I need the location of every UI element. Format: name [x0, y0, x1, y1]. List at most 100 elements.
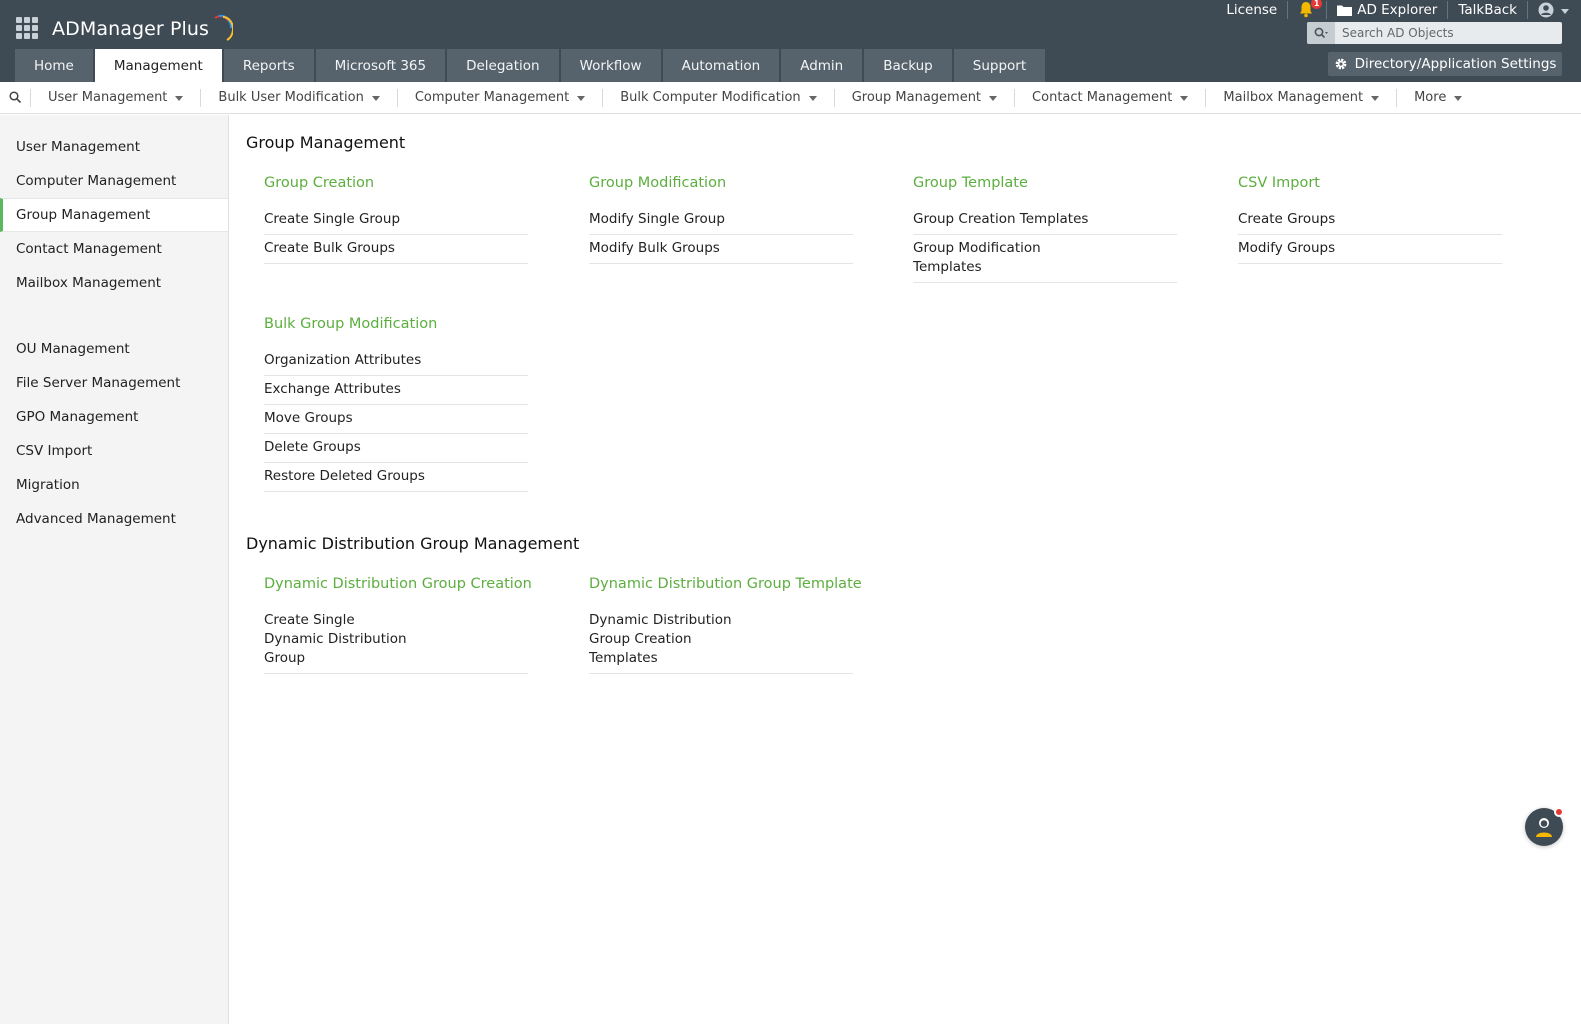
panel-title: Dynamic Distribution Group Creation: [264, 576, 532, 592]
move-groups-link[interactable]: Move Groups: [264, 405, 528, 434]
chevron-down-icon: [808, 96, 817, 101]
ad-explorer-link[interactable]: AD Explorer: [1337, 2, 1437, 18]
group-creation-templates-link[interactable]: Group Creation Templates: [913, 206, 1177, 235]
sidebar-item-advanced-management[interactable]: Advanced Management: [0, 502, 228, 536]
chat-notification-dot: [1554, 807, 1564, 817]
chevron-down-icon: [989, 96, 998, 101]
subnav-label: Contact Management: [1032, 90, 1173, 105]
sidebar-item-computer-management[interactable]: Computer Management: [0, 164, 228, 198]
top-links: License 1 AD Explorer TalkBack: [1226, 0, 1569, 20]
sidebar-item-csv-import[interactable]: CSV Import: [0, 434, 228, 468]
subnav-label: Mailbox Management: [1223, 90, 1364, 105]
subnav-more[interactable]: More: [1396, 88, 1479, 107]
modify-groups-link[interactable]: Modify Groups: [1238, 235, 1502, 264]
tab-microsoft-365[interactable]: Microsoft 365: [315, 49, 446, 82]
sidebar-item-group-management[interactable]: Group Management: [0, 198, 228, 232]
talkback-link[interactable]: TalkBack: [1458, 2, 1517, 18]
user-avatar-icon: [1538, 2, 1554, 18]
divider: [264, 673, 528, 674]
tab-management[interactable]: Management: [94, 49, 222, 82]
chevron-down-icon: [577, 96, 586, 101]
subnav-label: User Management: [48, 90, 168, 105]
bell-icon: 1: [1298, 0, 1323, 19]
search-icon[interactable]: [1307, 22, 1335, 44]
directory-settings-button[interactable]: Directory/Application Settings: [1328, 52, 1562, 76]
subnav-bulk-computer-modification[interactable]: Bulk Computer Modification: [602, 88, 833, 107]
csv-import-panel: CSV Import Create Groups Modify Groups: [1238, 175, 1502, 264]
divider: [913, 282, 1177, 283]
ad-object-search: [1307, 22, 1562, 44]
divider: [1527, 1, 1528, 19]
divider: [1287, 1, 1289, 19]
exchange-attributes-link[interactable]: Exchange Attributes: [264, 376, 528, 405]
main-tabs: Home Management Reports Microsoft 365 De…: [15, 49, 1046, 82]
tab-reports[interactable]: Reports: [223, 49, 314, 82]
panel-title: Group Creation: [264, 175, 375, 191]
notifications-button[interactable]: 1: [1298, 0, 1323, 19]
sidebar: User Management Computer Management Grou…: [0, 115, 229, 1024]
tab-home[interactable]: Home: [15, 49, 93, 82]
sidebar-item-gpo-management[interactable]: GPO Management: [0, 400, 228, 434]
subnav-contact-management[interactable]: Contact Management: [1014, 88, 1205, 107]
panel-title: Group Template: [913, 175, 1028, 191]
modify-bulk-groups-link[interactable]: Modify Bulk Groups: [589, 235, 853, 264]
subnav-user-management[interactable]: User Management: [30, 88, 200, 107]
tab-admin[interactable]: Admin: [781, 49, 863, 82]
sidebar-item-user-management[interactable]: User Management: [0, 130, 228, 164]
tab-support[interactable]: Support: [953, 49, 1046, 82]
organization-attributes-link[interactable]: Organization Attributes: [264, 347, 528, 376]
tab-backup[interactable]: Backup: [864, 49, 952, 82]
subnav-group-management[interactable]: Group Management: [833, 88, 1014, 107]
tab-delegation[interactable]: Delegation: [447, 49, 559, 82]
tab-automation[interactable]: Automation: [662, 49, 780, 82]
create-single-dynamic-distribution-group-link[interactable]: Create Single Dynamic Distribution Group: [264, 607, 414, 673]
logo-arc-icon: [214, 14, 234, 41]
group-template-panel: Group Template Group Creation Templates …: [913, 175, 1177, 283]
app-grid-icon[interactable]: [16, 17, 38, 39]
chat-assistant-button[interactable]: [1525, 807, 1564, 846]
bulk-group-modification-panel: Bulk Group Modification Organization Att…: [264, 316, 528, 492]
search-input[interactable]: [1335, 26, 1562, 40]
modify-single-group-link[interactable]: Modify Single Group: [589, 206, 853, 235]
divider: [1447, 1, 1449, 19]
create-groups-link[interactable]: Create Groups: [1238, 206, 1502, 235]
create-single-group-link[interactable]: Create Single Group: [264, 206, 528, 235]
restore-deleted-groups-link[interactable]: Restore Deleted Groups: [264, 463, 528, 492]
subnav-label: Bulk User Modification: [218, 90, 364, 105]
sidebar-item-mailbox-management[interactable]: Mailbox Management: [0, 266, 228, 300]
subnav-label: Group Management: [851, 90, 982, 105]
panel-title: Bulk Group Modification: [264, 316, 438, 332]
subnav-computer-management[interactable]: Computer Management: [396, 88, 602, 107]
subnav-search-icon[interactable]: [0, 82, 30, 114]
divider: [1326, 1, 1328, 19]
chevron-down-icon: [175, 96, 184, 101]
panel-title: Dynamic Distribution Group Template: [589, 576, 862, 592]
ddg-creation-panel: Dynamic Distribution Group Creation Crea…: [264, 576, 532, 674]
sidebar-item-ou-management[interactable]: OU Management: [0, 332, 228, 366]
sidebar-item-migration[interactable]: Migration: [0, 468, 228, 502]
app-name: ADManager Plus: [52, 18, 210, 40]
top-header: ADManager Plus License 1 AD Explorer Tal…: [0, 0, 1581, 82]
chevron-down-icon: [371, 96, 380, 101]
group-modification-templates-link[interactable]: Group Modification Templates: [913, 235, 1063, 282]
assistant-avatar-icon: [1536, 818, 1552, 837]
sidebar-item-contact-management[interactable]: Contact Management: [0, 232, 228, 266]
divider: [589, 673, 853, 674]
tab-workflow[interactable]: Workflow: [560, 49, 661, 82]
chevron-down-icon: [1454, 96, 1463, 101]
ad-explorer-label: AD Explorer: [1357, 2, 1438, 18]
chevron-down-icon: [1180, 96, 1189, 101]
group-creation-panel: Group Creation Create Single Group Creat…: [264, 175, 528, 264]
license-link[interactable]: License: [1226, 2, 1277, 18]
subnav-bulk-user-modification[interactable]: Bulk User Modification: [200, 88, 396, 107]
ddg-creation-templates-link[interactable]: Dynamic Distribution Group Creation Temp…: [589, 607, 764, 673]
create-bulk-groups-link[interactable]: Create Bulk Groups: [264, 235, 528, 264]
chevron-down-icon: [1561, 8, 1569, 14]
user-menu-button[interactable]: [1538, 2, 1569, 18]
delete-groups-link[interactable]: Delete Groups: [264, 434, 528, 463]
subnav-mailbox-management[interactable]: Mailbox Management: [1205, 88, 1396, 107]
app-logo[interactable]: ADManager Plus: [52, 14, 234, 44]
group-modification-panel: Group Modification Modify Single Group M…: [589, 175, 853, 264]
sidebar-item-file-server-management[interactable]: File Server Management: [0, 366, 228, 400]
